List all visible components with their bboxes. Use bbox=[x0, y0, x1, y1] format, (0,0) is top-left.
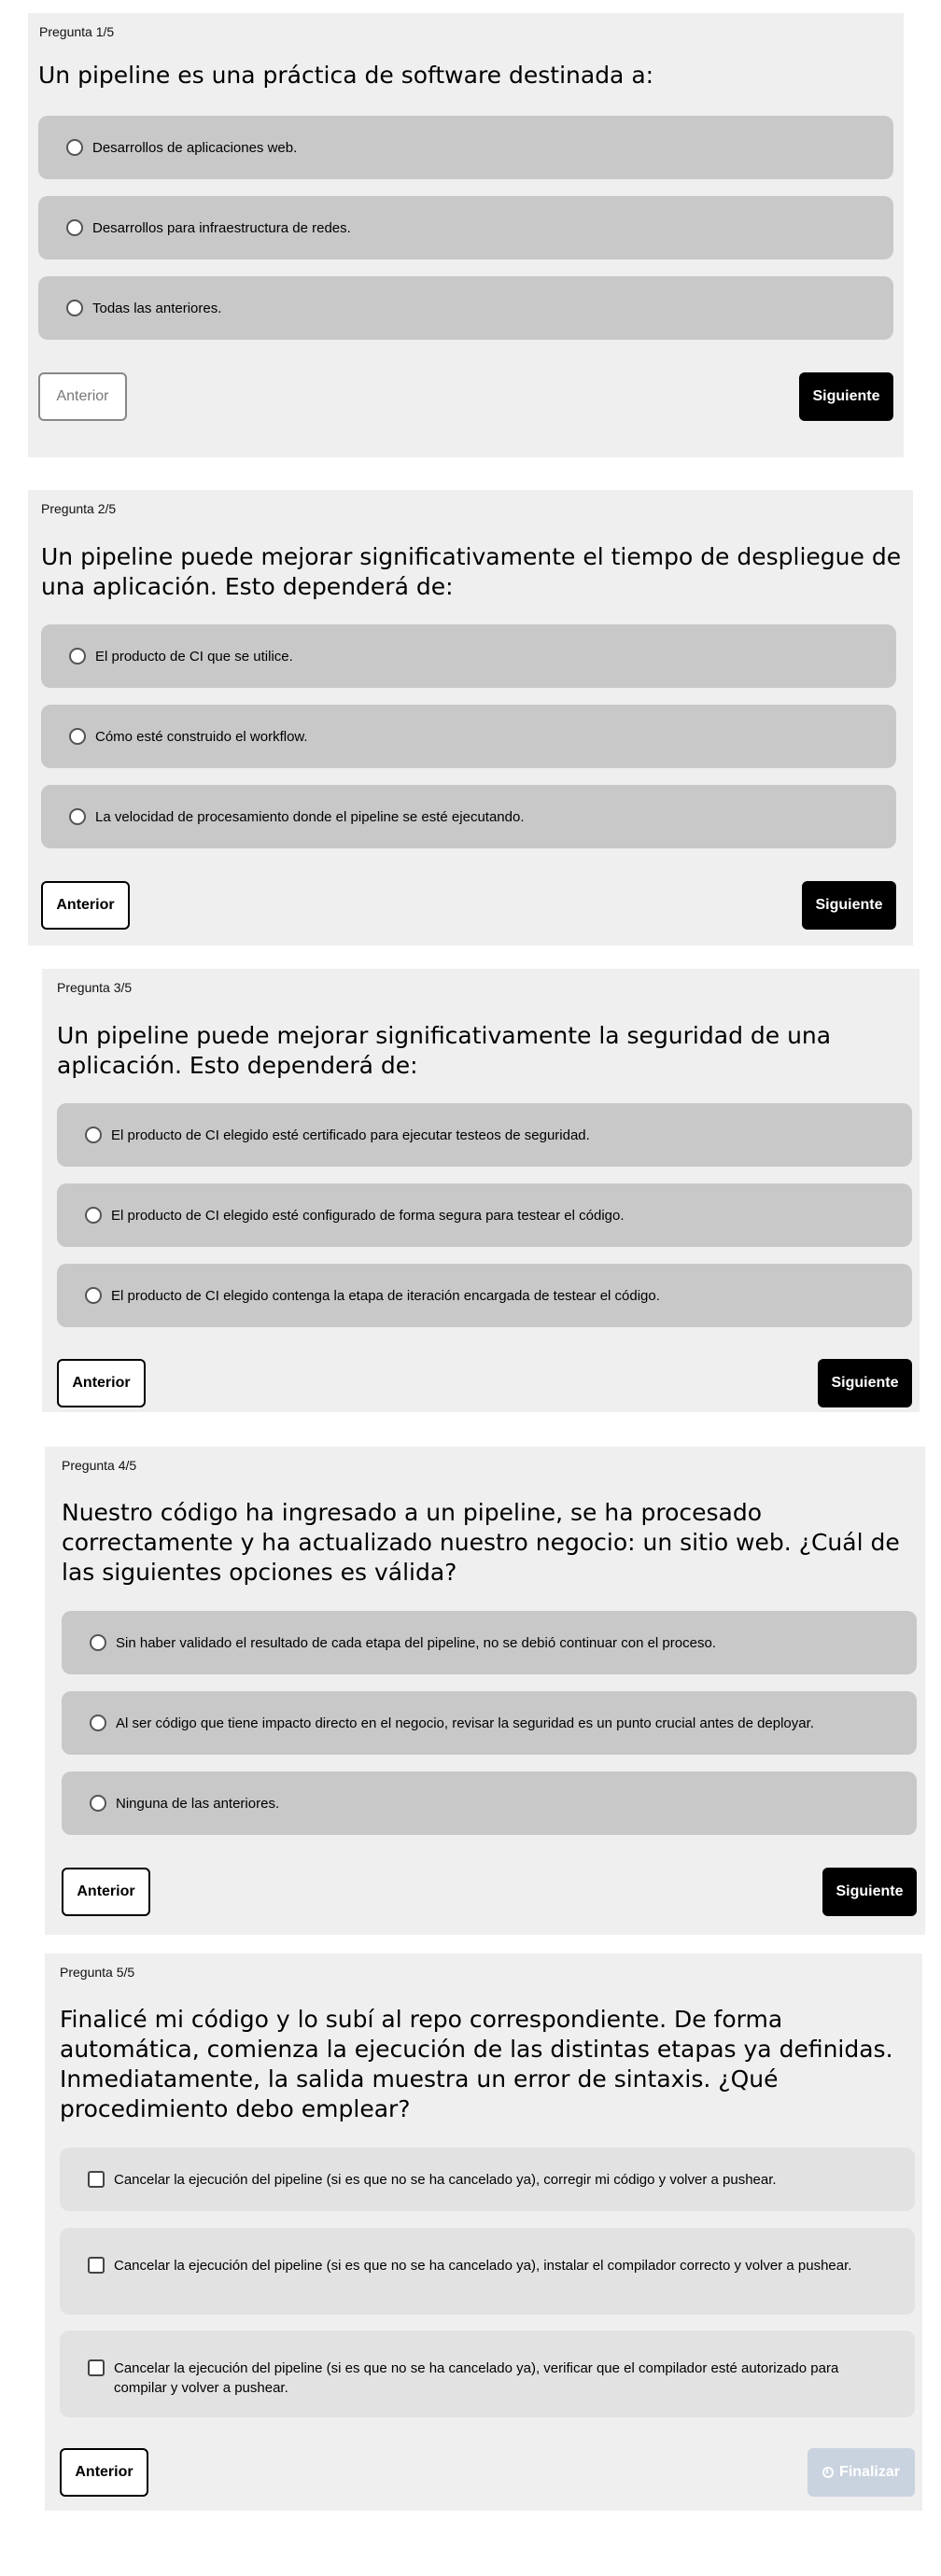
radio-button[interactable] bbox=[85, 1207, 102, 1224]
next-button[interactable]: Siguiente bbox=[818, 1359, 912, 1407]
next-button[interactable]: Siguiente bbox=[822, 1868, 917, 1916]
answer-option[interactable]: Ninguna de las anteriores. bbox=[62, 1771, 917, 1835]
answer-option[interactable]: El producto de CI elegido esté certifica… bbox=[57, 1103, 912, 1167]
option-label: Cancelar la ejecución del pipeline (si e… bbox=[114, 2360, 839, 2396]
previous-button[interactable]: Anterior bbox=[60, 2448, 148, 2497]
option-label: Cancelar la ejecución del pipeline (si e… bbox=[114, 2258, 852, 2274]
previous-button[interactable]: Anterior bbox=[38, 372, 127, 421]
option-label: La velocidad de procesamiento donde el p… bbox=[95, 808, 525, 825]
answer-option[interactable]: El producto de CI elegido esté configura… bbox=[57, 1183, 912, 1247]
option-label: Cómo esté construido el workflow. bbox=[95, 728, 308, 745]
question-text: Nuestro código ha ingresado a un pipelin… bbox=[62, 1499, 900, 1586]
option-label: El producto de CI elegido contenga la et… bbox=[111, 1287, 660, 1304]
next-button[interactable]: Siguiente bbox=[802, 881, 896, 930]
answer-option[interactable]: Todas las anteriores. bbox=[38, 276, 893, 340]
next-button[interactable]: Siguiente bbox=[799, 372, 893, 421]
radio-button[interactable] bbox=[66, 139, 83, 156]
answer-option[interactable]: Cancelar la ejecución del pipeline (si e… bbox=[60, 2148, 915, 2211]
previous-button[interactable]: Anterior bbox=[41, 881, 130, 930]
finish-button[interactable]: Finalizar bbox=[808, 2448, 915, 2497]
answer-option[interactable]: La velocidad de procesamiento donde el p… bbox=[41, 785, 896, 848]
question-counter: Pregunta 4/5 bbox=[62, 1458, 137, 1473]
answer-option[interactable]: Desarrollos de aplicaciones web. bbox=[38, 116, 893, 179]
radio-button[interactable] bbox=[90, 1634, 106, 1651]
radio-button[interactable] bbox=[85, 1127, 102, 1143]
question-card-1: Pregunta 1/5 Un pipeline es una práctica… bbox=[28, 13, 904, 457]
question-text: Un pipeline puede mejorar significativam… bbox=[41, 543, 902, 600]
option-label: Desarrollos para infraestructura de rede… bbox=[92, 219, 351, 236]
answer-option[interactable]: Cancelar la ejecución del pipeline (si e… bbox=[60, 2228, 915, 2315]
previous-button[interactable]: Anterior bbox=[57, 1359, 146, 1407]
question-counter: Pregunta 2/5 bbox=[41, 501, 117, 516]
radio-button[interactable] bbox=[66, 219, 83, 236]
option-label: Todas las anteriores. bbox=[92, 300, 222, 316]
checkbox[interactable] bbox=[88, 2257, 105, 2274]
question-card-5: Pregunta 5/5 Finalicé mi código y lo sub… bbox=[45, 1953, 922, 2511]
radio-button[interactable] bbox=[69, 728, 86, 745]
answer-option[interactable]: Al ser código que tiene impacto directo … bbox=[62, 1691, 917, 1755]
question-counter: Pregunta 3/5 bbox=[57, 980, 133, 995]
checkbox[interactable] bbox=[88, 2171, 105, 2188]
question-text: Finalicé mi código y lo subí al repo cor… bbox=[60, 2006, 893, 2122]
option-label: Ninguna de las anteriores. bbox=[116, 1795, 280, 1812]
option-label: El producto de CI que se utilice. bbox=[95, 648, 293, 665]
option-label: El producto de CI elegido esté certifica… bbox=[111, 1127, 590, 1143]
question-counter: Pregunta 1/5 bbox=[39, 24, 115, 39]
answer-option[interactable]: Sin haber validado el resultado de cada … bbox=[62, 1611, 917, 1674]
question-text: Un pipeline puede mejorar significativam… bbox=[57, 1022, 832, 1079]
answer-option[interactable]: Desarrollos para infraestructura de rede… bbox=[38, 196, 893, 259]
question-text: Un pipeline es una práctica de software … bbox=[38, 62, 654, 89]
checkbox[interactable] bbox=[88, 2359, 105, 2376]
radio-button[interactable] bbox=[85, 1287, 102, 1304]
finish-label: Finalizar bbox=[839, 2464, 900, 2480]
question-card-3: Pregunta 3/5 Un pipeline puede mejorar s… bbox=[42, 969, 920, 1412]
question-card-2: Pregunta 2/5 Un pipeline puede mejorar s… bbox=[28, 490, 913, 945]
option-label: Al ser código que tiene impacto directo … bbox=[116, 1715, 814, 1731]
radio-button[interactable] bbox=[69, 808, 86, 825]
radio-button[interactable] bbox=[90, 1795, 106, 1812]
clock-icon bbox=[822, 2467, 835, 2478]
radio-button[interactable] bbox=[66, 300, 83, 316]
option-label: Desarrollos de aplicaciones web. bbox=[92, 139, 298, 156]
question-counter: Pregunta 5/5 bbox=[60, 1965, 135, 1980]
answer-option[interactable]: El producto de CI elegido contenga la et… bbox=[57, 1264, 912, 1327]
question-card-4: Pregunta 4/5 Nuestro código ha ingresado… bbox=[45, 1447, 925, 1935]
option-label: Sin haber validado el resultado de cada … bbox=[116, 1634, 716, 1651]
answer-option[interactable]: Cómo esté construido el workflow. bbox=[41, 705, 896, 768]
radio-button[interactable] bbox=[69, 648, 86, 665]
answer-option[interactable]: El producto de CI que se utilice. bbox=[41, 624, 896, 688]
previous-button[interactable]: Anterior bbox=[62, 1868, 150, 1916]
answer-option[interactable]: Cancelar la ejecución del pipeline (si e… bbox=[60, 2331, 915, 2417]
option-label: El producto de CI elegido esté configura… bbox=[111, 1207, 625, 1224]
option-label: Cancelar la ejecución del pipeline (si e… bbox=[114, 2171, 777, 2188]
radio-button[interactable] bbox=[90, 1715, 106, 1731]
